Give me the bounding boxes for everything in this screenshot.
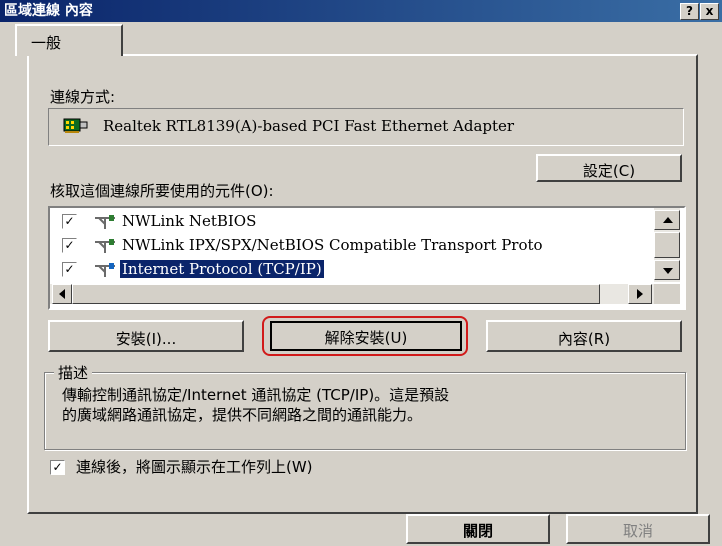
cancel-button[interactable]: 取消	[566, 514, 710, 544]
scroll-thumb[interactable]	[654, 232, 680, 258]
window-title: 區域連線 內容	[4, 3, 93, 19]
horizontal-scrollbar[interactable]	[50, 284, 654, 304]
cancel-button-label: 取消	[622, 522, 653, 540]
network-protocol-icon	[95, 239, 115, 253]
component-checkbox[interactable]: ✓	[62, 262, 77, 277]
description-line-1: 傳輸控制通訊協定/Internet 通訊協定 (TCP/IP)。這是預設	[62, 386, 450, 404]
arrow-left-icon	[59, 289, 65, 299]
help-button[interactable]: ?	[680, 3, 699, 20]
vertical-scrollbar[interactable]	[654, 208, 680, 282]
show-icon-checkbox[interactable]: ✓	[50, 460, 65, 475]
network-protocol-icon	[95, 215, 115, 229]
components-list[interactable]: ✓ NWLink NetBIOS ✓ NWLink IPX/SPX/NetBIO…	[48, 206, 686, 310]
tab-general-label: 一般	[31, 34, 62, 52]
close-window-button[interactable]: x	[700, 3, 719, 20]
configure-button[interactable]: 設定(C)	[536, 154, 682, 182]
list-item[interactable]: ✓ Internet Protocol (TCP/IP)	[50, 258, 642, 282]
properties-button-label: 內容(R)	[557, 330, 611, 348]
component-label: NWLink NetBIOS	[122, 212, 257, 230]
adapter-name: Realtek RTL8139(A)-based PCI Fast Ethern…	[103, 117, 515, 135]
connect-using-label: 連線方式:	[50, 88, 116, 106]
uninstall-button[interactable]: 解除安裝(U)	[270, 321, 462, 351]
component-label: Internet Protocol (TCP/IP)	[120, 260, 324, 278]
horizontal-scroll-thumb[interactable]	[72, 284, 600, 304]
scrollbar-corner	[654, 284, 680, 304]
network-adapter-icon	[63, 118, 88, 133]
install-button-label: 安裝(I)...	[115, 330, 177, 348]
list-item[interactable]: ✓ NWLink NetBIOS	[50, 210, 642, 234]
close-button-label: 關閉	[462, 522, 493, 540]
description-line-2: 的廣域網路通訊協定，提供不同網路之間的通訊能力。	[62, 406, 423, 424]
arrow-up-icon	[663, 217, 673, 223]
configure-button-label: 設定(C)	[582, 162, 636, 180]
component-checkbox[interactable]: ✓	[62, 238, 77, 253]
components-label: 核取這個連線所要使用的元件(O):	[50, 182, 274, 200]
tab-general[interactable]: 一般	[15, 24, 123, 56]
network-protocol-icon	[95, 263, 115, 277]
show-icon-label[interactable]: 連線後，將圖示顯示在工作列上(W)	[76, 456, 313, 477]
local-area-connection-properties-dialog: 區域連線 內容 ? x 一般 連線方式: Realtek RTL8139(A)-…	[0, 0, 722, 546]
description-legend: 描述	[54, 362, 93, 383]
component-checkbox[interactable]: ✓	[62, 214, 77, 229]
close-button[interactable]: 關閉	[406, 514, 550, 544]
adapter-field: Realtek RTL8139(A)-based PCI Fast Ethern…	[48, 108, 684, 146]
scroll-down-button[interactable]	[654, 260, 680, 280]
arrow-right-icon	[637, 289, 643, 299]
title-bar[interactable]: 區域連線 內容 ? x	[0, 0, 722, 22]
properties-button[interactable]: 內容(R)	[486, 320, 682, 352]
arrow-down-icon	[663, 268, 673, 274]
scroll-left-button[interactable]	[52, 284, 72, 304]
component-label: NWLink IPX/SPX/NetBIOS Compatible Transp…	[122, 236, 543, 254]
scroll-right-button[interactable]	[628, 284, 652, 304]
scroll-up-button[interactable]	[654, 210, 680, 230]
uninstall-button-label: 解除安裝(U)	[324, 329, 408, 347]
install-button[interactable]: 安裝(I)...	[48, 320, 244, 352]
list-item[interactable]: ✓ NWLink IPX/SPX/NetBIOS Compatible Tran…	[50, 234, 642, 258]
